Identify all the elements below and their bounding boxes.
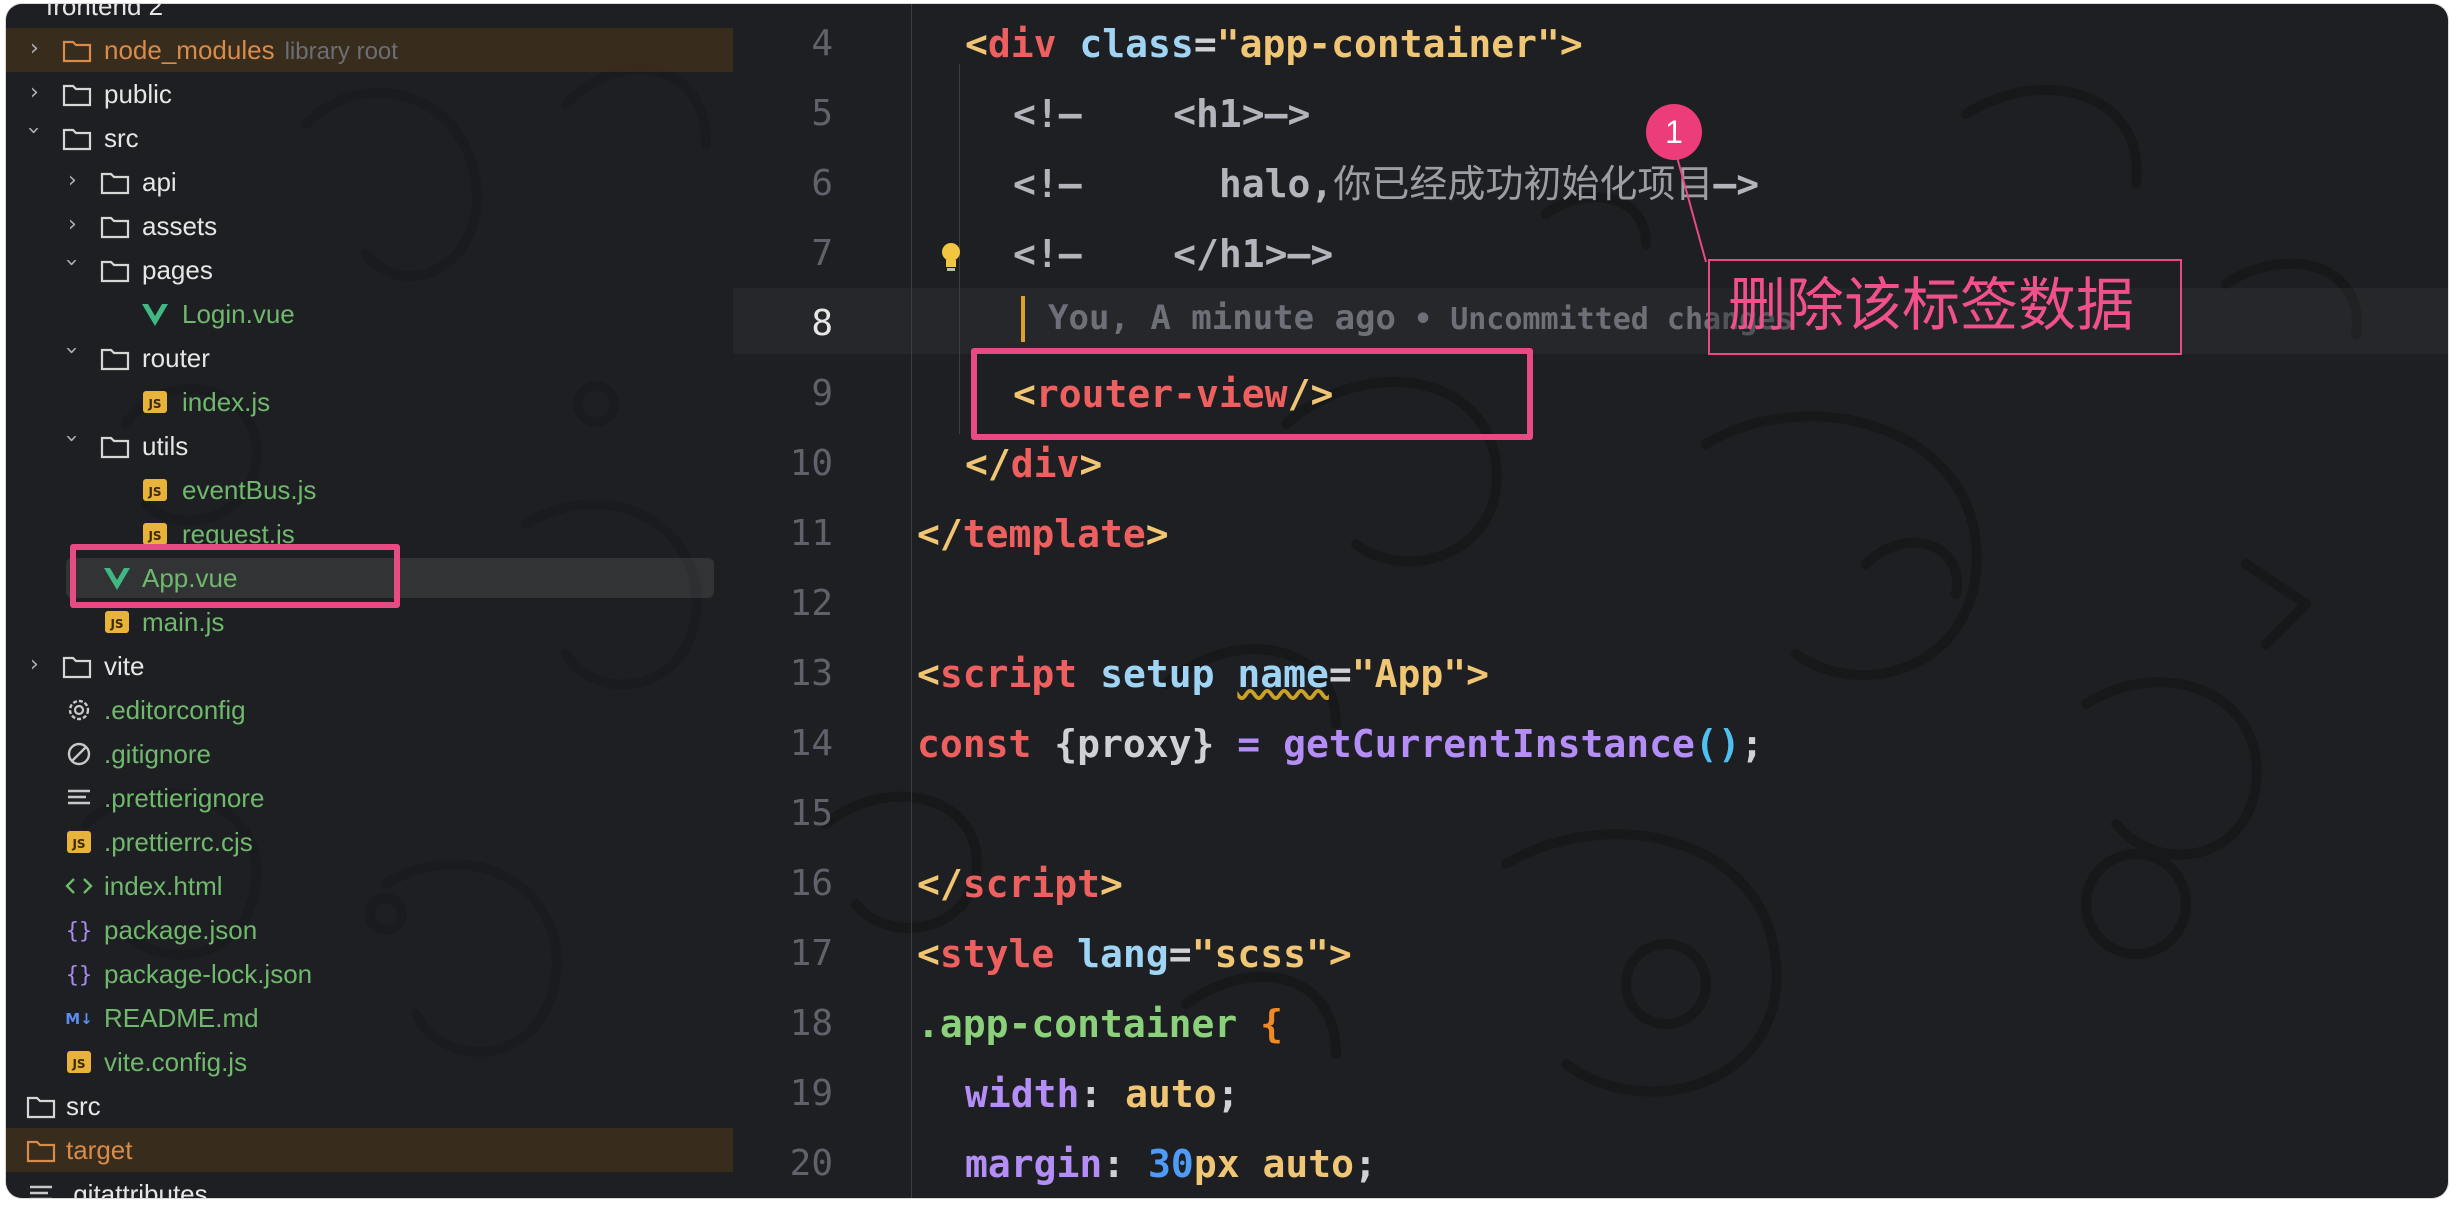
annotation-text: 删除该标签数据 <box>1728 271 2135 339</box>
annotation-leader-line <box>1668 127 1707 263</box>
step-badge: 1 <box>1646 104 1702 160</box>
ide-window: frontend 2 › node_modules library root › … <box>6 4 2448 1198</box>
